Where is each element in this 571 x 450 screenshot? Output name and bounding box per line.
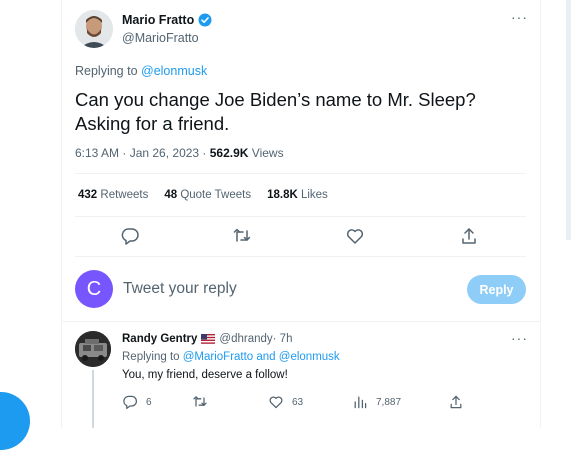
tweet-actions (75, 222, 526, 250)
retweets-count: 432 (78, 189, 98, 201)
quotes-count: 48 (164, 189, 178, 201)
reply-views-button[interactable]: 7,887 (352, 394, 401, 410)
reply-text: You, my friend, deserve a follow! (122, 369, 288, 381)
scrollbar-track[interactable] (566, 0, 571, 240)
author-name[interactable]: Mario Fratto (122, 13, 194, 27)
tweet-meta: 6:13 AM · Jan 26, 2023 · 562.9K Views (75, 146, 284, 160)
like-icon[interactable] (345, 226, 365, 246)
tweet-text: Can you change Joe Biden’s name to Mr. S… (75, 89, 476, 134)
reply-replying-prefix: Replying to (122, 351, 183, 363)
reply-reply-button[interactable]: 6 (122, 394, 152, 410)
reply-replies-count: 6 (146, 396, 152, 408)
us-flag-icon (201, 334, 216, 344)
reply-more-options-icon[interactable]: ··· (511, 330, 528, 346)
quote-tweets-stat[interactable]: 48 Quote Tweets (164, 189, 251, 201)
reply-button[interactable]: Reply (467, 275, 526, 304)
reply-replying-to: Replying to @MarioFratto and @elonmusk (122, 351, 340, 363)
composer-avatar[interactable]: C (75, 270, 113, 308)
retweet-icon (193, 396, 207, 407)
retweets-label: Retweets (97, 189, 149, 201)
replying-to: Replying to @elonmusk (75, 64, 207, 78)
retweets-stat[interactable]: 432 Retweets (78, 189, 148, 201)
reply-like-button[interactable]: 63 (268, 394, 303, 410)
author-handle[interactable]: @MarioFratto (122, 31, 199, 45)
compose-tweet-button[interactable] (0, 392, 30, 450)
reply-share-button[interactable] (448, 394, 464, 410)
replying-to-link[interactable]: @elonmusk (141, 64, 207, 78)
reply-icon (123, 395, 137, 410)
divider (75, 256, 526, 257)
column-border-left (61, 0, 62, 428)
thread-line (92, 370, 94, 428)
views-label: Views (248, 146, 284, 160)
more-options-icon[interactable]: ··· (511, 9, 528, 25)
tweet-stats: 432 Retweets 48 Quote Tweets 18.8K Likes (78, 189, 328, 201)
quotes-label: Quote Tweets (177, 189, 252, 201)
replying-prefix: Replying to (75, 64, 142, 78)
reply-icon[interactable] (120, 226, 140, 246)
divider (75, 173, 526, 174)
share-icon (450, 395, 462, 409)
reply-author-handle[interactable]: @dhrandy (219, 333, 272, 345)
reply-retweet-button[interactable] (192, 394, 208, 410)
reply-input[interactable]: Tweet your reply (123, 280, 237, 298)
column-border-right (540, 0, 541, 428)
author-avatar[interactable] (75, 10, 113, 48)
reply-views-count: 7,887 (376, 396, 402, 408)
reply-replying-to-links[interactable]: @MarioFratto and @elonmusk (183, 351, 340, 363)
tweet-time[interactable]: 6:13 AM · Jan 26, 2023 · (75, 146, 210, 160)
reply-likes-count: 63 (292, 396, 304, 408)
likes-count: 18.8K (267, 189, 298, 201)
share-icon[interactable] (459, 226, 479, 246)
divider (75, 216, 526, 217)
reply-author-avatar[interactable] (75, 331, 111, 367)
like-icon (269, 396, 283, 409)
reply-author-name[interactable]: Randy Gentry (122, 333, 197, 345)
views-icon (354, 396, 367, 409)
verified-badge-icon (198, 13, 212, 27)
divider (62, 321, 540, 322)
likes-label: Likes (297, 189, 328, 201)
views-count: 562.9K (209, 146, 249, 160)
likes-stat[interactable]: 18.8K Likes (267, 189, 328, 201)
reply-actions: 6 63 7,887 (120, 392, 540, 414)
reply-time[interactable]: · 7h (273, 333, 293, 345)
retweet-icon[interactable] (232, 226, 252, 246)
